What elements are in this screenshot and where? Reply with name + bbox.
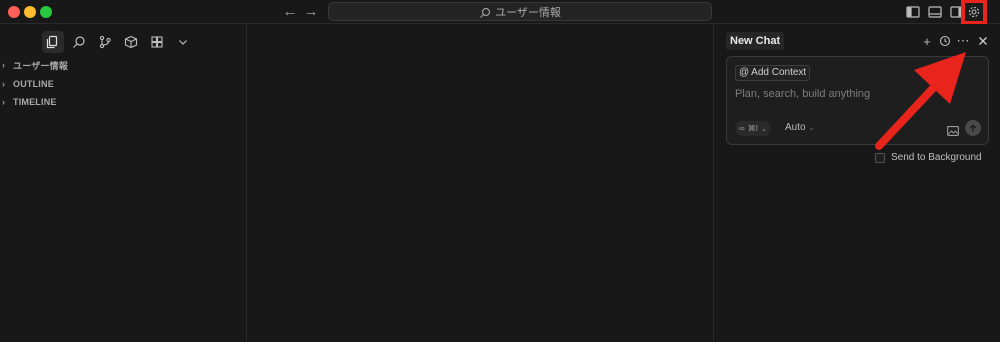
package-icon[interactable] <box>120 31 142 53</box>
infinity-icon: ∞ <box>739 124 745 133</box>
mode-shortcut-label: ⌘I <box>747 124 758 133</box>
chevron-down-icon[interactable] <box>172 31 194 53</box>
settings-highlight <box>961 0 987 24</box>
chevron-right-icon: › <box>2 60 6 70</box>
sidebar-section-label: OUTLINE <box>13 79 54 89</box>
files-icon[interactable] <box>42 31 64 53</box>
chat-panel: New Chat + ⋯ @ Add Context Plan, search,… <box>714 24 1000 342</box>
chevron-down-icon: ⌄ <box>760 125 767 133</box>
extensions-icon[interactable] <box>146 31 168 53</box>
add-context-button[interactable]: @ Add Context <box>735 65 811 81</box>
source-control-icon[interactable] <box>94 31 116 53</box>
agent-mode-selector[interactable]: ∞ ⌘I ⌄ <box>735 121 771 136</box>
search-icon[interactable] <box>68 31 90 53</box>
sidebar-section-outline[interactable]: › OUTLINE <box>2 76 54 92</box>
search-icon <box>479 6 491 18</box>
close-window-button[interactable] <box>8 6 20 18</box>
chat-composer[interactable]: @ Add Context Plan, search, build anythi… <box>726 56 989 145</box>
chevron-down-icon: ⌄ <box>808 124 815 132</box>
chevron-right-icon: › <box>2 97 6 107</box>
send-button[interactable] <box>965 120 981 136</box>
more-options-icon[interactable]: ⋯ <box>957 33 970 48</box>
back-arrow-icon[interactable]: ← <box>281 2 299 22</box>
minimize-window-button[interactable] <box>24 6 36 18</box>
forward-arrow-icon[interactable]: → <box>302 2 320 22</box>
history-icon[interactable] <box>939 34 951 48</box>
tab-new-chat[interactable]: New Chat <box>726 32 785 50</box>
command-center-label: ユーザー情報 <box>495 6 561 19</box>
maximize-window-button[interactable] <box>40 6 52 18</box>
send-to-background-option[interactable]: Send to Background <box>875 152 982 163</box>
send-to-background-label: Send to Background <box>891 152 982 163</box>
model-selector[interactable]: Auto ⌄ <box>785 122 814 133</box>
send-to-background-checkbox[interactable] <box>875 152 885 163</box>
model-label: Auto <box>785 122 806 133</box>
toggle-panel-icon[interactable] <box>928 5 942 19</box>
sidebar-section-label: TIMELINE <box>13 97 57 107</box>
image-icon[interactable] <box>947 123 959 136</box>
sidebar-section-project[interactable]: › ユーザー情報 <box>2 57 68 73</box>
add-context-label: Add Context <box>751 67 807 78</box>
title-bar: ← → ユーザー情報 <box>0 0 1000 24</box>
command-center-search[interactable]: ユーザー情報 <box>328 2 712 21</box>
primary-sidebar: › ユーザー情報 › OUTLINE › TIMELINE <box>0 24 247 342</box>
sidebar-section-label: ユーザー情報 <box>13 60 69 71</box>
activity-bar <box>42 31 194 53</box>
new-chat-plus-icon[interactable]: + <box>921 34 933 49</box>
close-icon[interactable] <box>977 34 989 48</box>
chat-input-placeholder[interactable]: Plan, search, build anything <box>735 88 870 100</box>
chevron-right-icon: › <box>2 79 6 89</box>
sidebar-section-timeline[interactable]: › TIMELINE <box>2 94 57 110</box>
editor-area[interactable] <box>247 24 714 342</box>
toggle-primary-sidebar-icon[interactable] <box>906 5 920 19</box>
at-icon: @ <box>739 67 750 78</box>
settings-gear-icon[interactable] <box>965 3 983 21</box>
